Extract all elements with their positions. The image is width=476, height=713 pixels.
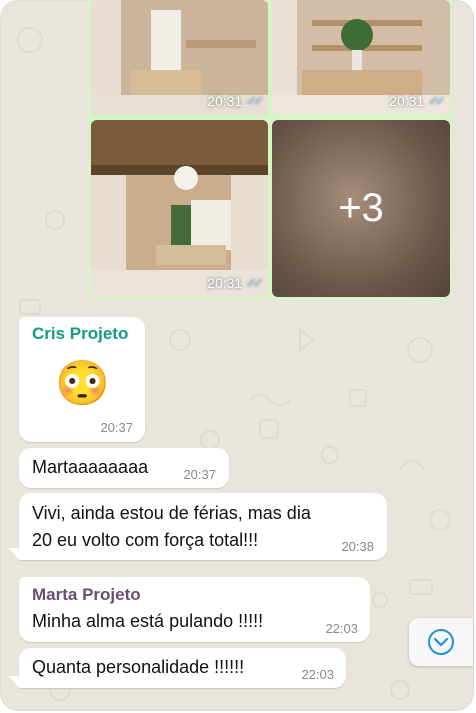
sender-name: Cris Projeto [32,324,129,343]
album-image-2[interactable]: 20:31 ✓✓ [272,0,450,115]
sender-name: Marta Projeto [32,585,141,604]
album-image-1[interactable]: 20:31 ✓✓ [91,0,268,115]
message-time: 20:37 [183,467,216,482]
double-check-icon: ✓✓ [246,93,264,108]
album-image-3[interactable]: 20:31 ✓✓ [91,120,268,297]
boutique-photo [91,120,268,297]
message-text: Quanta personalidade !!!!!! [32,657,245,677]
message-bubble[interactable]: Martaaaaaaaa 20:37 [19,448,229,488]
chevron-down-icon [428,629,454,655]
more-count: +3 [338,186,384,230]
message-bubble[interactable]: Cris Projeto 😳 20:37 [19,317,145,442]
message-time: 20:37 [100,420,133,435]
bubble-tail [9,676,19,688]
emoji: 😳 [55,359,110,408]
message-bubble[interactable]: Vivi, ainda estou de férias, mas dia 20 … [19,493,387,560]
message-time: 20:38 [341,539,374,554]
bubble-tail [9,548,19,560]
message-time: 22:03 [325,621,358,636]
message-text: Martaaaaaaaa [32,457,149,477]
message-text: Minha alma está pulando !!!!! [32,611,264,631]
double-check-icon: ✓✓ [246,275,264,290]
message-text-line-2: 20 eu volto com força total!!! [32,530,259,550]
message-bubble[interactable]: Marta Projeto Minha alma está pulando !!… [19,577,370,642]
scroll-to-bottom-button[interactable] [409,618,473,666]
message-text-line-1: Vivi, ainda estou de férias, mas dia [32,503,311,523]
double-check-icon: ✓✓ [428,93,446,108]
image-album-bubble[interactable]: 20:31 ✓✓ 20:31 ✓✓ 20:31 ✓✓ +3 [88,0,452,300]
chat-window: 20:31 ✓✓ 20:31 ✓✓ 20:31 ✓✓ +3 Cris Proje… [0,0,474,711]
album-more-images[interactable]: +3 [272,120,450,297]
message-time: 22:03 [301,667,334,682]
message-bubble[interactable]: Quanta personalidade !!!!!! 22:03 [19,648,346,688]
